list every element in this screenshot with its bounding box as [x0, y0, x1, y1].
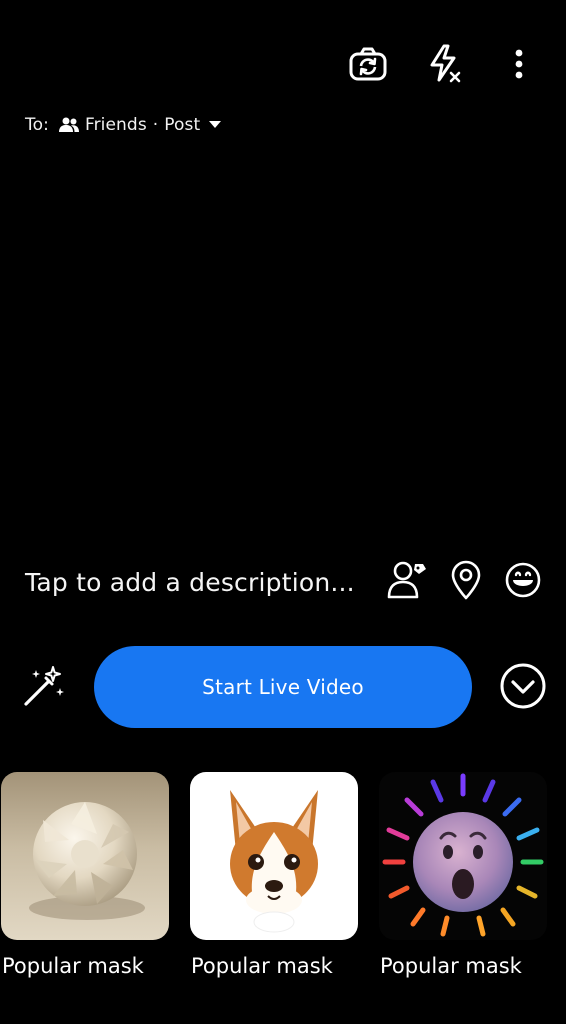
- mask-item[interactable]: Popular mask: [379, 772, 547, 1002]
- start-live-video-button[interactable]: Start Live Video: [94, 646, 472, 728]
- flash-button[interactable]: [420, 40, 468, 88]
- friends-label: Friends: [84, 115, 147, 135]
- caret-down-icon: [209, 121, 222, 129]
- description-placeholder: Tap to add a description...: [25, 567, 355, 597]
- friends-icon: [58, 117, 79, 133]
- to-label: To:: [25, 115, 49, 135]
- mask-item[interactable]: Popular mask: [190, 772, 358, 1002]
- flash-off-icon: [424, 43, 464, 85]
- tag-people-button[interactable]: [385, 560, 429, 604]
- location-pin-icon: [450, 560, 482, 604]
- post-label: Post: [164, 115, 201, 135]
- camera-switch-icon: [348, 46, 388, 82]
- location-button[interactable]: [444, 560, 488, 604]
- mask-item[interactable]: Popular mask: [1, 772, 169, 1002]
- feeling-button[interactable]: [501, 560, 545, 604]
- corgi-mask-icon: [190, 772, 358, 940]
- smiley-icon: [504, 561, 542, 603]
- chevron-down-circle-icon: [499, 662, 547, 714]
- mask-label: Popular mask: [380, 954, 522, 978]
- separator: ·: [152, 115, 159, 135]
- expand-options-button[interactable]: [499, 662, 547, 714]
- audience-selector[interactable]: To: Friends · Post: [25, 112, 222, 138]
- description-input[interactable]: Tap to add a description...: [25, 562, 355, 602]
- magic-wand-icon: [20, 662, 68, 714]
- effects-button[interactable]: [18, 662, 70, 714]
- tag-people-icon: [386, 560, 428, 604]
- more-options-button[interactable]: [495, 40, 543, 88]
- surprised-emoji-mask-icon: [379, 772, 547, 940]
- mask-label: Popular mask: [191, 954, 333, 978]
- more-vertical-icon: [514, 49, 524, 79]
- switch-camera-button[interactable]: [344, 40, 392, 88]
- sphere-mask-icon: [1, 772, 169, 940]
- mask-label: Popular mask: [2, 954, 144, 978]
